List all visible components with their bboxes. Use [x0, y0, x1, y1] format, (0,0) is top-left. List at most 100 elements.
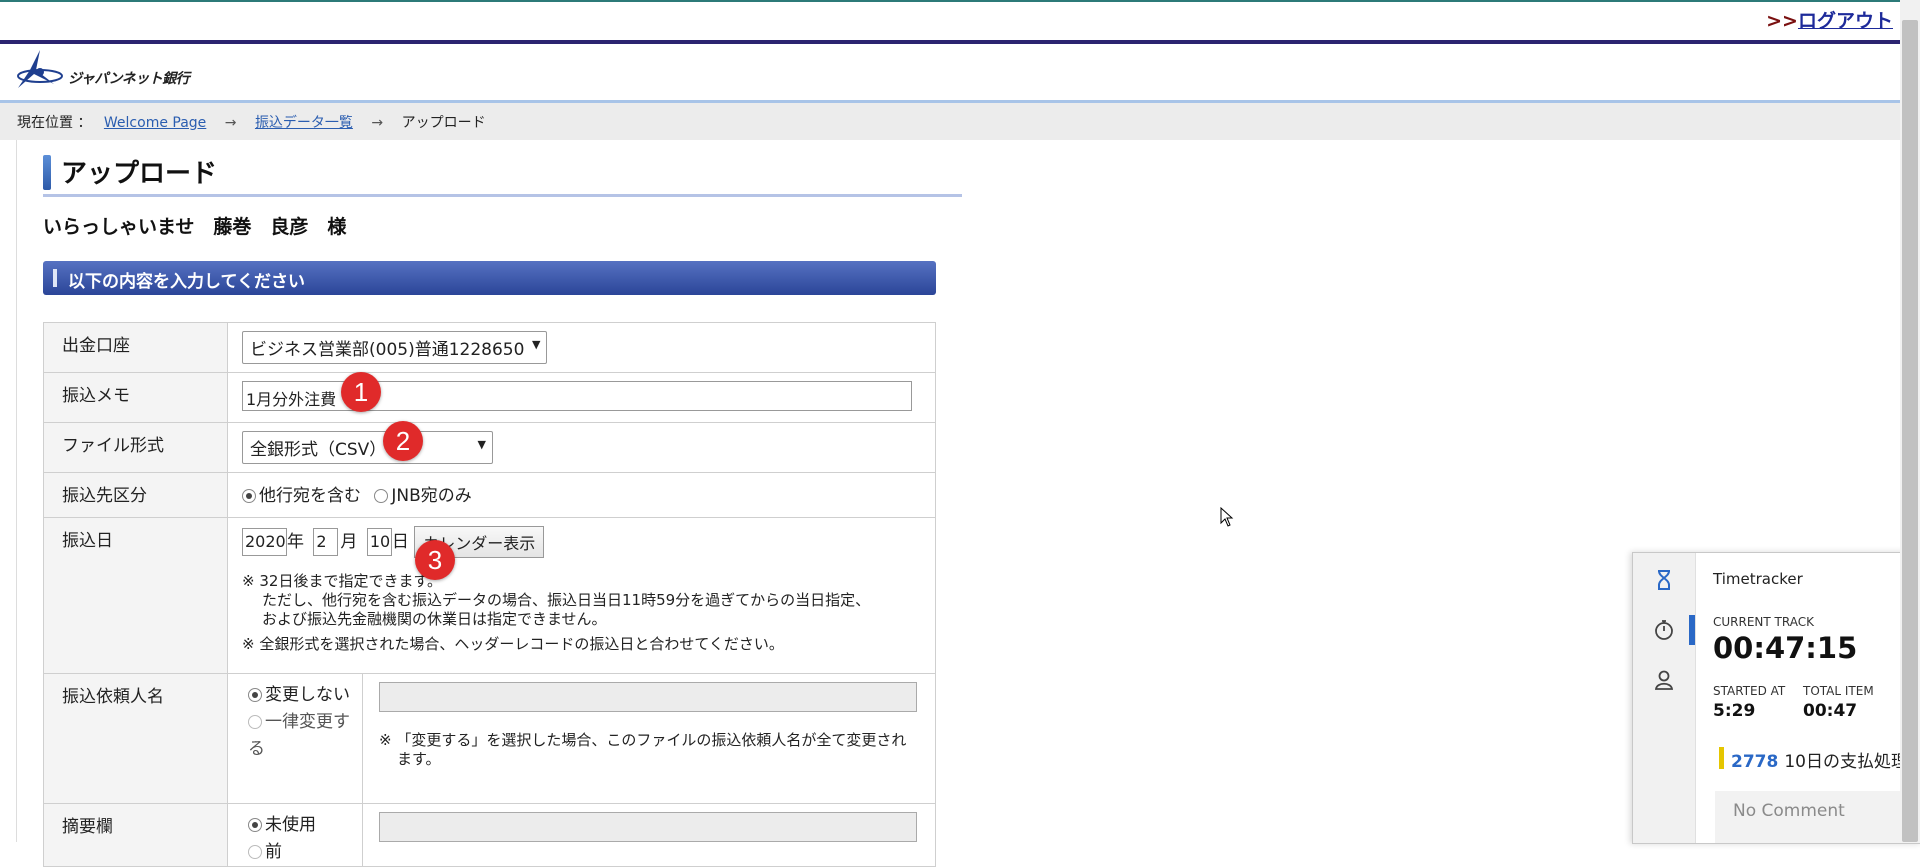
- started-at-value: 5:29: [1713, 701, 1756, 721]
- hourglass-icon[interactable]: [1653, 569, 1675, 591]
- month-input[interactable]: 2: [313, 528, 339, 556]
- radio-include-other-banks-label: 他行宛を含む: [259, 486, 361, 506]
- item-color-bar: [1719, 747, 1724, 769]
- mouse-cursor-icon: [1220, 507, 1234, 527]
- page-title: アップロード: [61, 159, 218, 189]
- form-row-requester: 振込依頼人名 変更しない 一律変更する ※ 「変更する」を選択した場合、このファ…: [43, 673, 936, 804]
- tracked-item[interactable]: 2778 10日の支払処理: [1731, 747, 1920, 772]
- radio-jnb-only[interactable]: [374, 489, 389, 503]
- bank-name: ジャパンネット銀行: [68, 71, 190, 87]
- file-format-value: 全銀形式（CSV）: [250, 440, 387, 460]
- radio-front-label: 前: [265, 842, 282, 862]
- section-heading-accent: [53, 269, 57, 287]
- section-heading: 以下の内容を入力してください: [43, 261, 936, 295]
- date-note-1b: ただし、他行宛を含む振込データの場合、振込日当日11時59分を過ぎてからの当日指…: [262, 591, 871, 609]
- bank-logo-icon: [17, 50, 63, 88]
- memo-cell: 1月分外注費: [227, 372, 936, 423]
- title-underline: [43, 194, 962, 197]
- breadcrumb-current: アップロード: [401, 115, 486, 131]
- breadcrumb: 現在位置 ： Welcome Page → 振込データ一覧 → アップロード: [17, 112, 486, 132]
- account-value: ビジネス営業部(005)普通1228650: [250, 340, 525, 360]
- file-format-cell: 全銀形式（CSV） ▼: [227, 422, 936, 473]
- tracked-item-id: 2778: [1731, 752, 1779, 772]
- memo-label: 振込メモ: [43, 372, 228, 423]
- summary-label: 摘要欄: [43, 803, 228, 867]
- date-cell: 2020年 2月 10日 カレンダー表示 ※ 32日後まで指定できます。 ただし…: [227, 517, 936, 674]
- radio-no-change-label: 変更しない: [265, 685, 350, 705]
- stopwatch-icon[interactable]: [1653, 619, 1675, 641]
- requester-label: 振込依頼人名: [43, 673, 228, 804]
- radio-unused[interactable]: [248, 818, 262, 832]
- date-note-1-text: 32日後まで指定できます。: [259, 572, 442, 590]
- day-input[interactable]: 10: [366, 528, 392, 556]
- total-item-label: TOTAL ITEM: [1803, 684, 1874, 698]
- requester-options: 変更しない 一律変更する: [227, 673, 363, 804]
- current-track-label: CURRENT TRACK: [1713, 615, 1814, 629]
- year-unit: 年: [287, 532, 304, 552]
- radio-front[interactable]: [248, 845, 262, 859]
- user-icon[interactable]: [1653, 669, 1675, 691]
- breadcrumb-link-transfer-list[interactable]: 振込データ一覧: [255, 115, 353, 131]
- form-row-file-format: ファイル形式 全銀形式（CSV） ▼: [43, 422, 936, 473]
- destination-label: 振込先区分: [43, 472, 228, 518]
- date-note-2-text: 全銀形式を選択された場合、ヘッダーレコードの振込日と合わせてください。: [259, 635, 784, 653]
- tracked-item-title: 10日の支払処理: [1784, 752, 1908, 772]
- radio-uniform-change-label: 一律変更する: [248, 712, 350, 759]
- requester-note: ※ 「変更する」を選択した場合、このファイルの振込依頼人名が全て変更されます。: [379, 731, 921, 769]
- form-row-account: 出金口座 ビジネス営業部(005)普通1228650 ▼: [43, 322, 936, 373]
- timetracker-active-indicator: [1689, 615, 1695, 645]
- chevron-down-icon: ▼: [531, 338, 541, 351]
- summary-options: 未使用 前: [227, 803, 363, 867]
- radio-include-other-banks[interactable]: [242, 489, 256, 503]
- comment-input[interactable]: No Comment: [1715, 791, 1920, 843]
- bank-logo[interactable]: ジャパンネット銀行: [10, 48, 190, 100]
- date-note-1c: および振込先金融機関の休業日は指定できません。: [262, 610, 607, 628]
- form-row-date: 振込日 2020年 2月 10日 カレンダー表示 ※ 32日後まで指定できます。…: [43, 517, 936, 674]
- annotation-badge-1: 1: [341, 372, 381, 412]
- current-track-time: 00:47:15: [1713, 631, 1858, 665]
- scrollbar-thumb[interactable]: [1902, 20, 1918, 842]
- day-unit: 日: [391, 532, 409, 552]
- breadcrumb-link-welcome[interactable]: Welcome Page: [104, 115, 206, 131]
- logout-arrows: >>: [1766, 10, 1798, 32]
- radio-unused-label: 未使用: [265, 815, 316, 835]
- started-at-label: STARTED AT: [1713, 684, 1786, 698]
- form-row-summary: 摘要欄 未使用 前: [43, 803, 936, 867]
- upload-form: 出金口座 ビジネス営業部(005)普通1228650 ▼ 振込メモ 1月分外注費 …: [43, 322, 936, 867]
- timetracker-app-name: Timetracker: [1713, 570, 1803, 588]
- form-row-memo: 振込メモ 1月分外注費: [43, 372, 936, 423]
- requester-note-text: 「変更する」を選択した場合、このファイルの振込依頼人名が全て変更されます。: [396, 731, 907, 768]
- account-label: 出金口座: [43, 322, 228, 373]
- annotation-badge-2: 2: [383, 421, 423, 461]
- top-accent-line: [0, 0, 1920, 2]
- radio-uniform-change[interactable]: [248, 715, 262, 729]
- chevron-down-icon: ▼: [477, 438, 486, 451]
- annotation-badge-3: 3: [415, 540, 455, 580]
- total-item-value: 00:47: [1803, 701, 1858, 721]
- breadcrumb-separator: →: [224, 115, 237, 131]
- section-heading-text: 以下の内容を入力してください: [68, 272, 305, 292]
- date-note-1: ※ 32日後まで指定できます。 ただし、他行宛を含む振込データの場合、振込日当日…: [242, 572, 921, 629]
- month-unit: 月: [340, 532, 358, 552]
- date-label: 振込日: [43, 517, 228, 674]
- requester-input-cell: ※ 「変更する」を選択した場合、このファイルの振込依頼人名が全て変更されます。: [362, 673, 936, 804]
- note-mark: ※: [242, 572, 255, 590]
- welcome-message: いらっしゃいませ 藤巻 良彦 様: [43, 216, 347, 238]
- breadcrumb-prefix: 現在位置 ：: [17, 115, 92, 131]
- breadcrumb-separator: →: [371, 115, 384, 131]
- file-format-select[interactable]: 全銀形式（CSV） ▼: [242, 431, 493, 464]
- note-mark: ※: [379, 731, 392, 749]
- account-select[interactable]: ビジネス営業部(005)普通1228650 ▼: [242, 331, 548, 364]
- timetracker-sidebar: [1633, 553, 1696, 843]
- account-cell: ビジネス営業部(005)普通1228650 ▼: [227, 322, 936, 373]
- logout-link[interactable]: ログアウト: [1798, 10, 1893, 32]
- timetracker-widget: Timetracker CURRENT TRACK 00:47:15 START…: [1632, 552, 1920, 844]
- file-format-label: ファイル形式: [43, 422, 228, 473]
- requester-name-input: [379, 682, 917, 712]
- radio-no-change[interactable]: [248, 688, 262, 702]
- radio-jnb-only-label: JNB宛のみ: [391, 486, 472, 506]
- year-input[interactable]: 2020: [242, 528, 287, 556]
- logout-link-area: >>ログアウト: [1766, 6, 1893, 33]
- summary-input: [379, 812, 917, 842]
- form-row-destination: 振込先区分 他行宛を含む JNB宛のみ: [43, 472, 936, 518]
